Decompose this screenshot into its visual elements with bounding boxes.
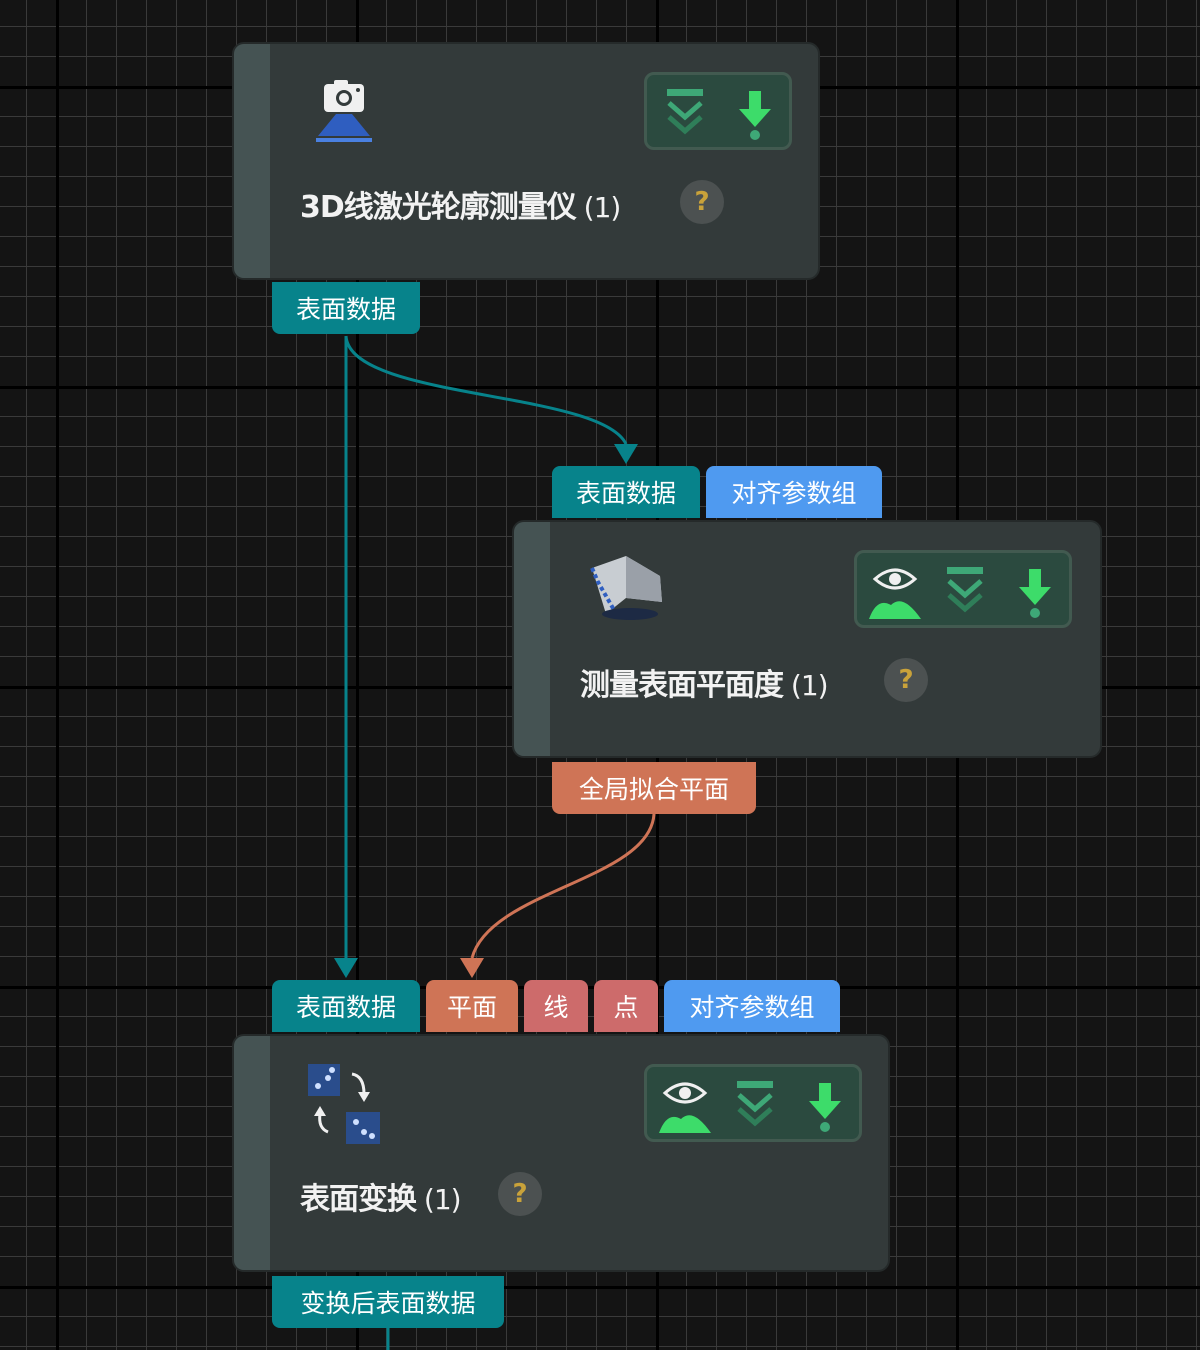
- node-strip: [234, 44, 270, 278]
- download-icon[interactable]: [797, 1075, 853, 1135]
- transform-icon: [308, 1064, 380, 1144]
- visualize-icon[interactable]: [867, 561, 923, 621]
- node-toolbar: [854, 550, 1072, 628]
- step-over-icon[interactable]: [657, 83, 713, 143]
- node-count: (1): [575, 191, 622, 224]
- node-title-text: 测量表面平面度: [580, 668, 784, 703]
- input-port-alignment-params[interactable]: 对齐参数组: [706, 466, 882, 518]
- output-port-transformed-surface-data[interactable]: 变换后表面数据: [272, 1276, 504, 1328]
- node-strip: [514, 522, 550, 756]
- download-icon[interactable]: [1007, 561, 1063, 621]
- node-title: 表面变换 (1): [300, 1174, 462, 1218]
- help-button[interactable]: ?: [680, 180, 724, 224]
- step-over-icon[interactable]: [727, 1075, 783, 1135]
- surface-icon: [590, 556, 662, 620]
- download-icon[interactable]: [727, 83, 783, 143]
- node-title-text: 3D线激光轮廓测量仪: [300, 190, 577, 225]
- camera-icon: [316, 80, 372, 142]
- input-port-plane[interactable]: 平面: [426, 980, 518, 1032]
- help-button[interactable]: ?: [498, 1172, 542, 1216]
- wire-arrow-transform-surface: [334, 958, 358, 978]
- visualize-icon[interactable]: [657, 1075, 713, 1135]
- node-count: (1): [416, 1183, 462, 1216]
- node-3d-profiler[interactable]: 3D线激光轮廓测量仪 (1) ?: [232, 42, 820, 280]
- node-title: 测量表面平面度 (1): [580, 660, 829, 704]
- node-toolbar: [644, 72, 792, 150]
- help-button[interactable]: ?: [884, 658, 928, 702]
- node-count: (1): [783, 669, 829, 702]
- node-surface-transform[interactable]: 表面变换 (1) ?: [232, 1034, 890, 1272]
- input-port-surface-data[interactable]: 表面数据: [552, 466, 700, 518]
- wire-surface-to-flatness: [344, 335, 628, 445]
- input-port-alignment-params[interactable]: 对齐参数组: [664, 980, 840, 1032]
- wire-arrow-transform-plane: [460, 958, 484, 978]
- output-port-surface-data[interactable]: 表面数据: [272, 282, 420, 334]
- output-port-global-fit-plane[interactable]: 全局拟合平面: [552, 762, 756, 814]
- node-strip: [234, 1036, 270, 1270]
- node-title: 3D线激光轮廓测量仪 (1): [300, 182, 622, 226]
- wire-arrow-flatness-surface: [614, 444, 638, 464]
- input-port-surface-data[interactable]: 表面数据: [272, 980, 420, 1032]
- input-port-point[interactable]: 点: [594, 980, 658, 1032]
- node-toolbar: [644, 1064, 862, 1142]
- wire-plane-to-transform: [470, 813, 656, 959]
- node-measure-flatness[interactable]: 测量表面平面度 (1) ?: [512, 520, 1102, 758]
- step-over-icon[interactable]: [937, 561, 993, 621]
- input-port-line[interactable]: 线: [524, 980, 588, 1032]
- node-title-text: 表面变换: [300, 1182, 417, 1217]
